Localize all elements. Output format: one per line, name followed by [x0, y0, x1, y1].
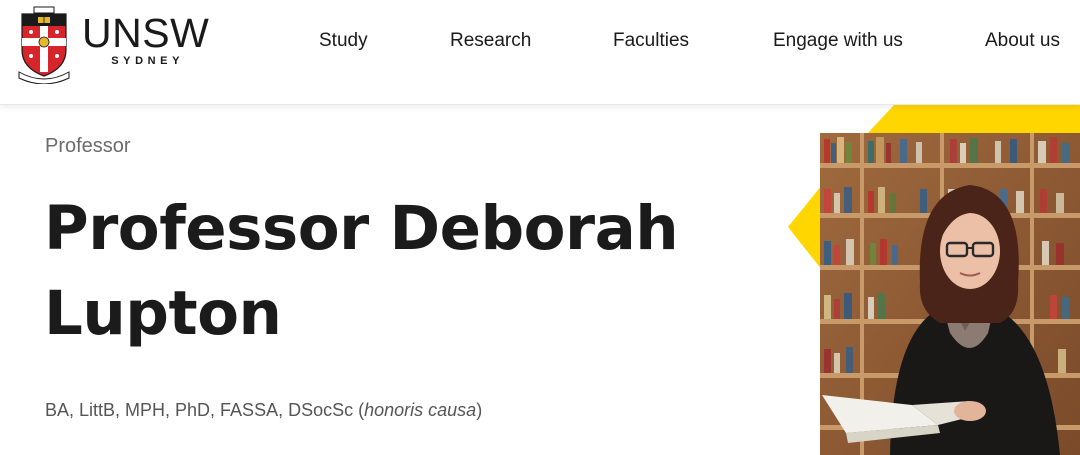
qualifications-close: )	[476, 400, 483, 420]
yellow-accent-left	[788, 185, 822, 270]
nav-item-research[interactable]: Research	[450, 30, 531, 52]
profile-photo	[820, 133, 1080, 455]
qualifications-honoris: honoris causa	[364, 400, 477, 420]
profile-qualifications: BA, LittB, MPH, PhD, FASSA, DSocSc (hono…	[45, 400, 482, 421]
qualifications-text: BA, LittB, MPH, PhD, FASSA, DSocSc (	[45, 400, 365, 420]
nav-item-engage-with-us[interactable]: Engage with us	[773, 30, 903, 52]
site-header: UNSW SYDNEY Study Research Faculties Eng…	[0, 0, 1080, 105]
yellow-accent-top	[866, 105, 1080, 135]
nav-item-faculties[interactable]: Faculties	[613, 30, 689, 52]
profile-name: Professor Deborah Lupton	[44, 193, 679, 349]
main-nav: Study Research Faculties Engage with us …	[0, 30, 1080, 60]
profile-eyebrow: Professor	[45, 135, 131, 157]
nav-item-about-us[interactable]: About us	[985, 30, 1060, 52]
nav-item-study[interactable]: Study	[319, 30, 368, 52]
